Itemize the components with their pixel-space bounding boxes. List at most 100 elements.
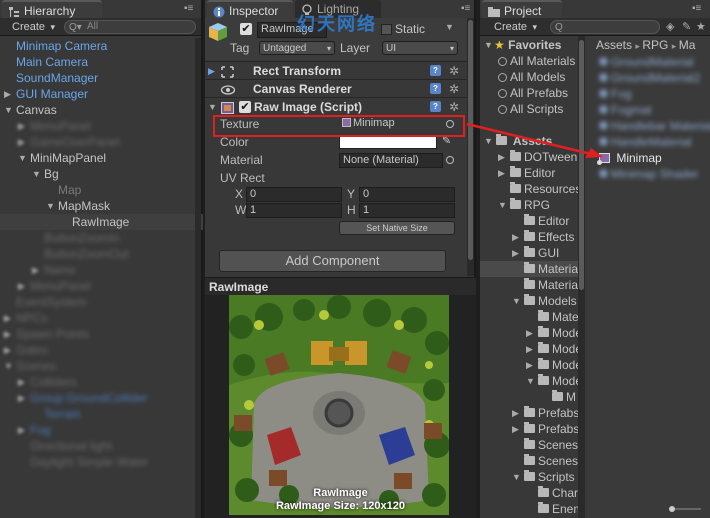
file-item-minimap[interactable]: Minimap: [597, 150, 662, 166]
file-item[interactable]: GroundMaterial2: [599, 70, 700, 86]
component-canvas-renderer[interactable]: Canvas Renderer ? ✲: [205, 79, 467, 97]
color-swatch[interactable]: [339, 136, 437, 149]
collapse-arrow-icon[interactable]: ▼: [32, 166, 41, 182]
help-icon[interactable]: ?: [430, 83, 441, 94]
folder-tree-item[interactable]: ▼ RPG: [480, 197, 578, 213]
folder-tree-item[interactable]: Scenes: [480, 437, 578, 453]
folder-tree-item[interactable]: ▶Models: [480, 325, 585, 341]
help-icon[interactable]: ?: [430, 65, 441, 76]
folder-tree-item[interactable]: M: [480, 389, 578, 405]
hierarchy-row[interactable]: ▼ Bg: [0, 166, 203, 182]
folder-tree-item[interactable]: ▶ Editor: [480, 165, 578, 181]
add-component-button[interactable]: Add Component: [219, 250, 446, 272]
favorite-star-icon[interactable]: ★: [696, 20, 706, 33]
hierarchy-row[interactable]: ButtonZoomIn: [0, 230, 203, 246]
uv-w-field[interactable]: 1: [246, 203, 342, 218]
expand-arrow-icon[interactable]: ▶: [18, 278, 25, 294]
favorites-header[interactable]: ▼ ★ Favorites: [484, 37, 561, 53]
project-tree-scrollbar[interactable]: [578, 36, 585, 518]
folder-tree-item[interactable]: Materials: [480, 261, 585, 277]
expand-arrow-icon[interactable]: ▶: [18, 390, 25, 406]
hierarchy-row[interactable]: ▶ GameOverPanel: [0, 134, 203, 150]
hierarchy-row[interactable]: ▶ Group GroundCollider: [0, 390, 203, 406]
hierarchy-row[interactable]: SoundManager: [0, 70, 203, 86]
hierarchy-row[interactable]: ▼ MapMask: [0, 198, 203, 214]
folder-tree-item[interactable]: ▶Models: [480, 357, 585, 373]
expand-arrow-icon[interactable]: ▶: [512, 229, 519, 245]
collapse-arrow-icon[interactable]: ▼: [18, 150, 27, 166]
expand-arrow-icon[interactable]: ▶: [4, 86, 11, 102]
filter-by-label-icon[interactable]: ✎: [682, 20, 691, 33]
folder-tree-item[interactable]: Scenes: [480, 453, 578, 469]
tab-inspector[interactable]: Inspector: [207, 0, 293, 18]
hierarchy-row[interactable]: ▼ MiniMapPanel: [0, 150, 203, 166]
material-field[interactable]: None (Material): [339, 153, 443, 168]
expand-arrow-icon[interactable]: ▶: [526, 325, 533, 341]
component-enabled-checkbox[interactable]: ✔: [239, 101, 251, 113]
folder-tree-item[interactable]: ▶ Prefabs: [480, 421, 579, 437]
hierarchy-row[interactable]: Map: [0, 182, 203, 198]
breadcrumb-item[interactable]: Ma: [679, 38, 696, 52]
collapse-arrow-icon[interactable]: ▼: [4, 102, 13, 118]
expand-arrow-icon[interactable]: ▶: [526, 341, 533, 357]
favorite-item[interactable]: All Models: [498, 69, 565, 85]
hierarchy-row[interactable]: Terrain: [0, 406, 203, 422]
collapse-arrow-icon[interactable]: ▼: [498, 197, 507, 213]
hierarchy-row[interactable]: Main Camera: [0, 54, 203, 70]
file-item[interactable]: GroundMaterial: [599, 54, 694, 70]
hierarchy-scrollbar[interactable]: [195, 38, 201, 518]
help-icon[interactable]: ?: [430, 101, 441, 112]
file-item[interactable]: Handlebar Material: [599, 118, 710, 134]
set-native-size-button[interactable]: Set Native Size: [339, 221, 455, 235]
hierarchy-row[interactable]: ▶ Fog: [0, 422, 203, 438]
favorite-item[interactable]: All Scripts: [498, 101, 563, 117]
tag-dropdown[interactable]: Untagged ▾: [259, 41, 335, 55]
hierarchy-row[interactable]: ▶ GUI Manager: [0, 86, 203, 102]
breadcrumb-item[interactable]: RPG: [642, 38, 668, 52]
hierarchy-row[interactable]: ▶ MenuPanel: [0, 278, 203, 294]
size-slider[interactable]: [669, 506, 701, 512]
collapse-arrow-icon[interactable]: ▼: [512, 469, 521, 485]
hierarchy-row[interactable]: Daylight Simple Water: [0, 454, 203, 470]
expand-arrow-icon[interactable]: ▶: [512, 421, 519, 437]
expand-arrow-icon[interactable]: ▶: [4, 342, 11, 358]
hierarchy-row[interactable]: ▶ Gates: [0, 342, 203, 358]
gear-icon[interactable]: ✲: [449, 80, 459, 98]
hierarchy-row[interactable]: ▶ MenuPanel: [0, 118, 203, 134]
active-checkbox[interactable]: ✔: [240, 23, 252, 35]
folder-tree-item[interactable]: Materials: [480, 277, 585, 293]
hierarchy-row[interactable]: RawImage: [0, 214, 203, 230]
expand-arrow-icon[interactable]: ▶: [18, 374, 25, 390]
hierarchy-search-input[interactable]: Q▾ All: [64, 20, 196, 34]
hierarchy-create-button[interactable]: Create: [8, 20, 57, 34]
folder-tree-item[interactable]: ▶ GUI: [480, 245, 578, 261]
collapse-arrow-icon[interactable]: ▼: [4, 358, 13, 374]
expand-arrow-icon[interactable]: ▶: [18, 422, 25, 438]
gear-icon[interactable]: ✲: [449, 62, 459, 80]
static-checkbox[interactable]: [381, 24, 392, 35]
expand-arrow-icon[interactable]: ▶: [4, 310, 11, 326]
hierarchy-row[interactable]: ▶ Name: [0, 262, 203, 278]
folder-tree-item[interactable]: Enemies: [480, 501, 585, 517]
expand-arrow-icon[interactable]: ▶: [512, 405, 519, 421]
expand-arrow-icon[interactable]: ▶: [4, 326, 11, 342]
expand-arrow-icon[interactable]: ▶: [526, 357, 533, 373]
collapse-arrow-icon[interactable]: ▼: [512, 293, 521, 309]
project-create-button[interactable]: Create: [490, 20, 539, 34]
collapse-arrow-icon[interactable]: ▼: [526, 373, 535, 389]
filter-by-type-icon[interactable]: ◈: [666, 20, 674, 33]
hierarchy-row[interactable]: ▶ Spawn Points: [0, 326, 203, 342]
project-search-input[interactable]: Q: [550, 20, 660, 34]
panel-menu-icon[interactable]: ▪≡: [692, 3, 701, 14]
hierarchy-row[interactable]: ▶ Colliders: [0, 374, 203, 390]
expand-arrow-icon[interactable]: ▶: [512, 245, 519, 261]
folder-tree-item[interactable]: Materials: [480, 309, 585, 325]
expand-arrow-icon[interactable]: ▶: [18, 134, 25, 150]
object-picker-icon[interactable]: [446, 156, 454, 164]
component-raw-image[interactable]: ▼ ✔ Raw Image (Script) ? ✲: [205, 97, 467, 115]
hierarchy-row[interactable]: ▼ Scenes: [0, 358, 203, 374]
file-item[interactable]: Fog: [599, 86, 632, 102]
hierarchy-row[interactable]: Directional light: [0, 438, 203, 454]
favorite-item[interactable]: All Prefabs: [498, 85, 568, 101]
collapse-arrow-icon[interactable]: ▼: [46, 198, 55, 214]
